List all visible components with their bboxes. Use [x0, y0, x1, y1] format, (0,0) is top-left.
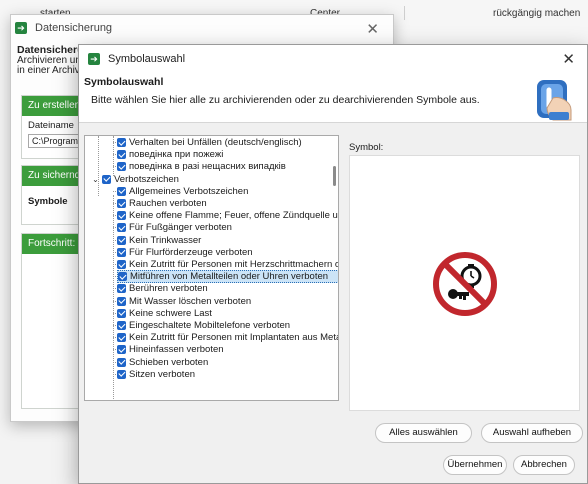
tree-item-label: Verhalten bei Unfällen (deutsch/englisch… — [129, 137, 302, 148]
tree-item-label: Kein Zutritt für Personen mit Implantate… — [129, 332, 339, 344]
tree-item-label: Verbotszeichen — [114, 173, 179, 185]
tree-item-label: Keine schwere Last — [129, 307, 212, 319]
tree-item[interactable]: Kein Trinkwasser — [117, 234, 338, 247]
prohibition-sign-icon — [433, 252, 497, 316]
checkbox-icon[interactable] — [117, 308, 126, 318]
tree-item-label: Keine offene Flamme; Feuer, offene Zündq… — [129, 210, 339, 222]
tree-item[interactable]: Kein Zutritt für Personen mit Implantate… — [117, 331, 339, 344]
tree-item[interactable]: Mitführen von Metallteilen oder Uhren ve… — [117, 270, 338, 284]
tree-item-label: Allgemeines Verbotszeichen — [129, 185, 249, 197]
symbol-selection-icon — [537, 80, 572, 121]
tree-item-label: Kein Zutritt für Personen mit Herzschrit… — [129, 259, 339, 270]
tree-item-label: Mit Wasser löschen verboten — [129, 295, 252, 307]
tree-item[interactable]: Hineinfassen verboten — [117, 343, 338, 356]
close-icon[interactable]: ✕ — [562, 50, 575, 68]
checkbox-icon[interactable] — [117, 345, 126, 355]
tree-item[interactable]: Eingeschaltete Mobiltelefone verboten — [117, 319, 338, 332]
symbol-label: Symbol: — [349, 142, 384, 153]
checkbox-icon[interactable] — [117, 247, 126, 257]
tree-group-item[interactable]: ⌄ Verbotszeichen — [91, 173, 338, 186]
tree-item-label: Sitzen verboten — [129, 368, 196, 380]
tree-connector — [98, 136, 99, 196]
backup-titlebar: ➔ Datensicherung ✕ — [11, 15, 393, 41]
tree-item[interactable]: Für Flurförderzeuge verboten — [117, 246, 338, 259]
checkbox-icon[interactable] — [117, 235, 126, 245]
backup-title: Datensicherung — [35, 22, 113, 34]
tree-item-label: поведінка в разі нещасних випадків — [129, 161, 286, 173]
app-icon: ➔ — [15, 22, 27, 34]
tree-item-label: Hineinfassen verboten — [129, 344, 224, 356]
tree-item[interactable]: Mit Wasser löschen verboten — [117, 295, 338, 308]
select-all-button[interactable]: Alles auswählen — [375, 423, 472, 443]
close-icon[interactable]: ✕ — [366, 20, 379, 38]
tree-item[interactable]: Keine schwere Last — [117, 307, 338, 320]
symbol-tree[interactable]: Verhalten bei Unfällen (deutsch/englisch… — [84, 135, 339, 401]
tree-item[interactable]: Schieben verboten — [117, 356, 338, 369]
tree-item[interactable]: Berühren verboten — [117, 282, 338, 295]
app-icon: ➔ — [88, 53, 100, 65]
cancel-button[interactable]: Abbrechen — [513, 455, 575, 475]
checkbox-icon[interactable] — [117, 223, 126, 233]
checkbox-icon[interactable] — [117, 333, 126, 343]
dialog-titlebar: ➔ Symbolauswahl ✕ — [79, 45, 587, 73]
checkbox-icon[interactable] — [117, 284, 126, 294]
symbol-selection-dialog: ➔ Symbolauswahl ✕ Symbolauswahl Bitte wä… — [78, 44, 588, 484]
header-subtitle: Bitte wählen Sie hier alle zu archiviere… — [91, 94, 480, 106]
tree-item-label: Eingeschaltete Mobiltelefone verboten — [129, 320, 291, 331]
dialog-header: Symbolauswahl Bitte wählen Sie hier alle… — [79, 73, 587, 123]
symbols-label: Symbole — [28, 196, 68, 207]
tree-item[interactable]: Verhalten bei Unfällen (deutsch/englisch… — [117, 136, 338, 149]
tree-item[interactable]: поведінка при пожежі — [117, 148, 338, 161]
scrollbar-thumb[interactable] — [333, 166, 336, 186]
tree-item[interactable]: Allgemeines Verbotszeichen — [117, 185, 338, 198]
tree-item-label: Mitführen von Metallteilen oder Uhren ve… — [130, 271, 329, 283]
tree-item[interactable]: Sitzen verboten — [117, 368, 338, 381]
tree-item[interactable]: Keine offene Flamme; Feuer, offene Zündq… — [117, 209, 339, 222]
checkbox-icon[interactable] — [117, 357, 126, 367]
apply-button[interactable]: Übernehmen — [443, 455, 507, 475]
checkbox-icon[interactable] — [117, 199, 126, 208]
checkbox-icon[interactable] — [102, 174, 111, 184]
checkbox-icon[interactable] — [117, 150, 126, 160]
checkbox-icon[interactable] — [117, 211, 126, 221]
tree-item[interactable]: поведінка в разі нещасних випадків — [117, 160, 338, 173]
bg-undo-label[interactable]: rückgängig machen — [493, 8, 580, 19]
expander-icon[interactable]: ⌄ — [91, 175, 100, 184]
checkbox-icon[interactable] — [117, 138, 126, 147]
checkbox-icon[interactable] — [118, 272, 127, 282]
checkbox-icon[interactable] — [117, 296, 126, 306]
checkbox-icon[interactable] — [117, 260, 126, 269]
checkbox-icon[interactable] — [117, 186, 126, 196]
header-title: Symbolauswahl — [84, 76, 164, 88]
tree-item[interactable]: Rauchen verboten — [117, 197, 338, 210]
tree-item-label: Kein Trinkwasser — [129, 234, 202, 246]
tree-item-label: Rauchen verboten — [129, 198, 207, 209]
tree-item-label: Schieben verboten — [129, 356, 209, 368]
tree-connector — [113, 195, 114, 400]
checkbox-icon[interactable] — [117, 369, 126, 379]
dialog-title: Symbolauswahl — [108, 53, 186, 65]
checkbox-icon[interactable] — [117, 162, 126, 172]
tree-item[interactable]: Kein Zutritt für Personen mit Herzschrit… — [117, 258, 339, 271]
tree-item-label: Für Fußgänger verboten — [129, 222, 232, 234]
checkbox-icon[interactable] — [117, 321, 126, 330]
tree-item[interactable]: Für Fußgänger verboten — [117, 221, 338, 234]
clear-selection-button[interactable]: Auswahl aufheben — [481, 423, 583, 443]
tree-item-label: поведінка при пожежі — [129, 149, 224, 161]
tree-item-label: Für Flurförderzeuge verboten — [129, 246, 253, 258]
symbol-preview — [349, 155, 580, 411]
tree-item-label: Berühren verboten — [129, 283, 208, 295]
divider — [404, 6, 405, 20]
